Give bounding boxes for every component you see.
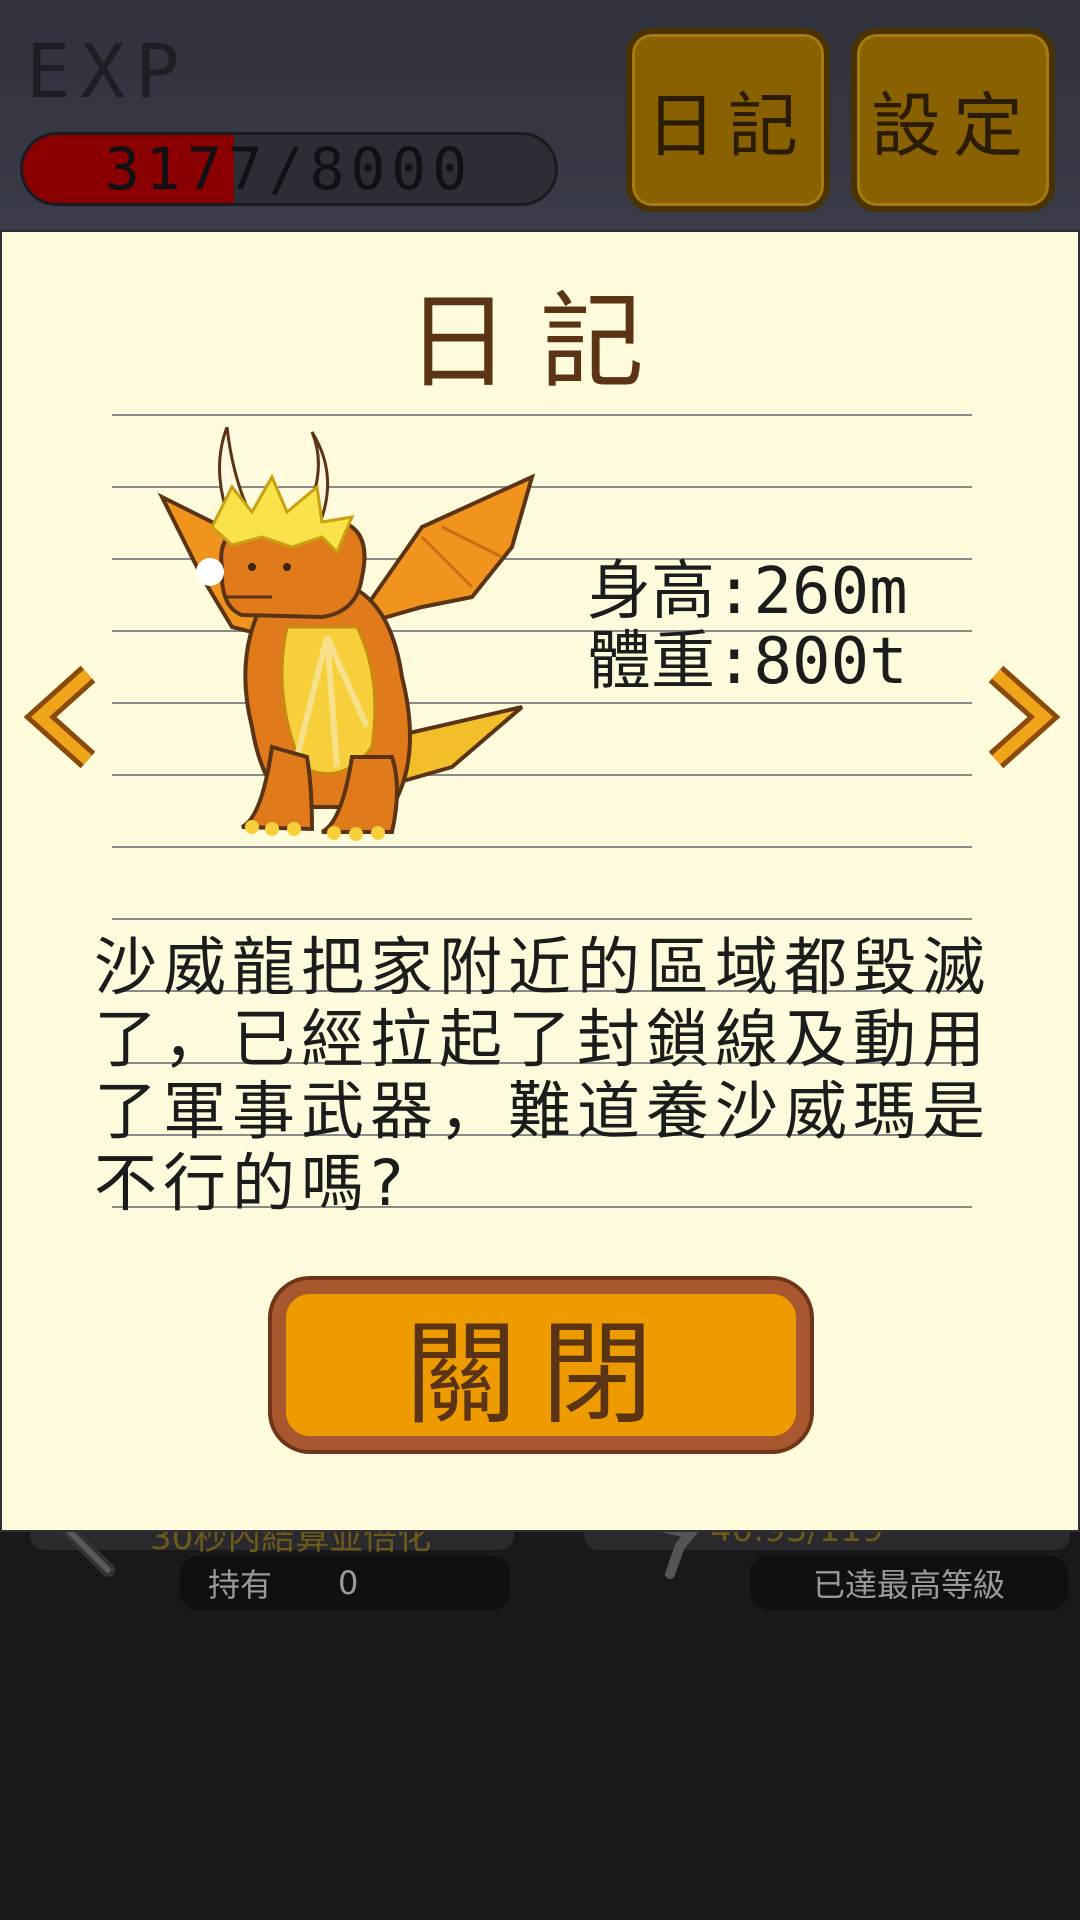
exp-value-text: 3177/8000: [104, 135, 474, 203]
diary-description: 沙威龍把家附近的區域都毀滅了，已經拉起了封鎖線及動用了軍事武器，難道養沙威瑪是不…: [94, 931, 991, 1220]
stats-block: 身高:260m 體重:800t: [587, 557, 908, 697]
top-bar: EXP 3177/8000 日記 設定: [0, 0, 1080, 232]
dragon-character-icon: [157, 427, 536, 841]
exp-progress-bar: 3177/8000: [20, 132, 558, 206]
diary-button[interactable]: 日記: [626, 28, 830, 212]
diary-panel: 日記 身高:260m 體重:800t 沙威龍把家附近的區域都毀滅了，已經拉起了封…: [0, 230, 1080, 1532]
chevron-right-icon[interactable]: [980, 662, 1060, 772]
diary-title: 日記: [405, 281, 674, 403]
settings-button[interactable]: 設定: [851, 28, 1055, 212]
weight-stat: 體重:800t: [587, 625, 908, 699]
notebook-line: [112, 414, 972, 416]
notebook-line: [112, 918, 972, 920]
bg-item-row-right: 40.93/119 已達最高等級: [560, 1510, 1080, 1610]
owned-badge: 持有 0: [180, 1556, 510, 1610]
exp-label: EXP: [26, 29, 190, 115]
close-button[interactable]: 關閉: [272, 1280, 810, 1450]
height-stat: 身高:260m: [587, 555, 908, 629]
max-level-badge: 已達最高等級: [750, 1556, 1068, 1610]
owned-label: 持有: [208, 1566, 273, 1604]
owned-value: 0: [338, 1564, 359, 1602]
chevron-left-icon[interactable]: [24, 662, 104, 772]
bg-item-row-left: 30秒內結算並倍化 持有 0: [0, 1513, 540, 1610]
